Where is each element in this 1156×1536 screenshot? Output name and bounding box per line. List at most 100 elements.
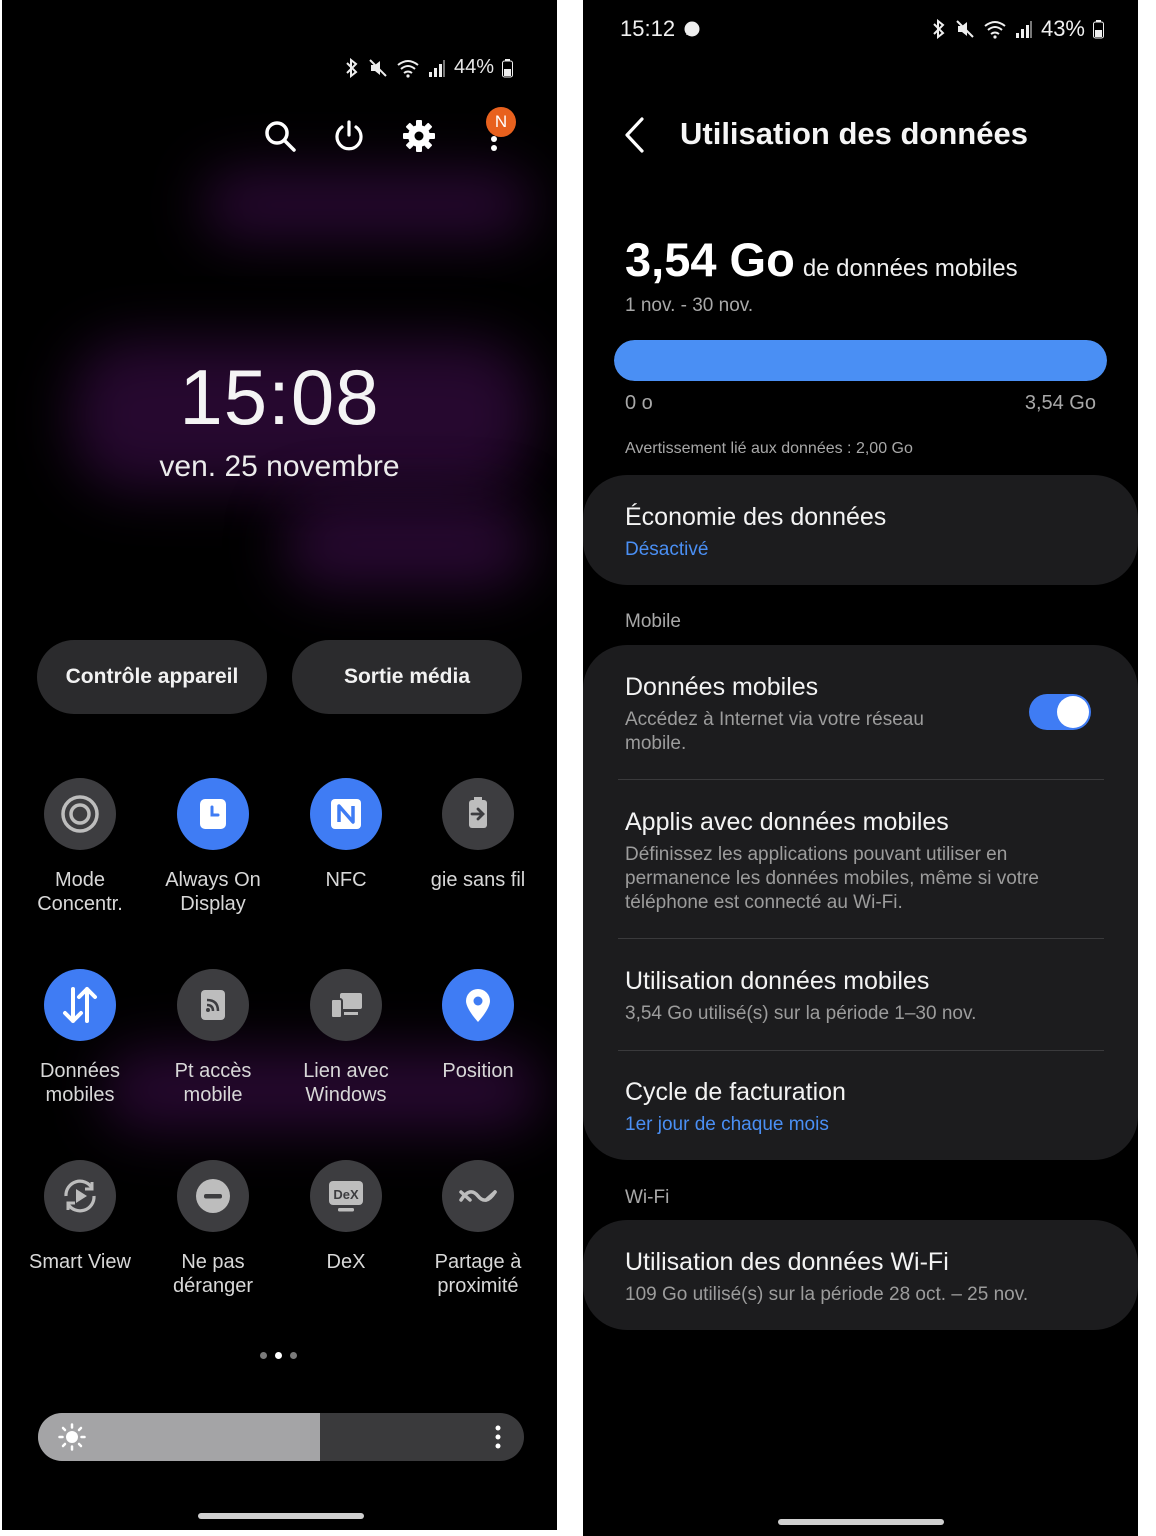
page-dot [260,1352,267,1359]
tile-mobile-data[interactable]: Données mobiles [14,969,146,1107]
tile-mobile-hotspot[interactable]: Pt accès mobile [147,969,279,1107]
status-bar: 15:12 43% [583,16,1138,46]
divider [618,938,1104,939]
hotspot-icon [201,990,225,1020]
tile-icon-bg [310,778,382,850]
tile-icon-bg [177,1160,249,1232]
smart-view-icon [64,1179,96,1213]
tile-icon-bg: DeX [310,1160,382,1232]
tile-icon-bg [442,969,514,1041]
usage-suffix: de données mobiles [802,255,1018,282]
usage-amount: 3,54 Go [625,233,795,286]
mobile-usage-subtitle: 3,54 Go utilisé(s) sur la période 1–30 n… [625,1003,977,1024]
quick-settings-panel: 44% N 15:08 ven. 25 novembre Contrôle ap… [2,0,557,1530]
mobile-data-title: Données mobiles [625,673,819,701]
tile-nfc[interactable]: NFC [280,778,412,892]
tile-dex[interactable]: DeX DeX [280,1160,412,1274]
tile-label: Données mobiles [39,1060,121,1106]
status-icons: 43% [931,16,1104,42]
section-header-wifi: Wi-Fi [625,1187,670,1208]
wifi-icon [984,21,1006,39]
battery-percent: 43% [1040,16,1085,41]
apps-mobile-data-subtitle: Définissez les applications pouvant util… [625,844,1039,913]
mobile-data-row[interactable]: Données mobiles Accédez à Internet via v… [625,673,985,756]
apps-mobile-data-title: Applis avec données mobiles [625,808,949,836]
data-saver-row[interactable]: Économie des données Désactivé [625,503,1045,562]
home-indicator[interactable] [778,1519,944,1525]
tile-label: Position [442,1060,514,1082]
brightness-more-icon[interactable] [492,1423,504,1451]
usage-min-label: 0 o [625,392,653,414]
tile-label: Pt accès mobile [174,1060,252,1106]
location-icon [466,989,490,1022]
dex-icon: DeX [329,1181,363,1212]
mobile-data-toggle[interactable] [1029,694,1091,730]
signal-icon [1015,21,1032,38]
data-saver-status: Désactivé [625,539,709,560]
clock-icon [200,799,226,829]
mute-icon [956,20,974,38]
tile-do-not-disturb[interactable]: Ne pas déranger [147,1160,279,1298]
power-icon [335,120,363,151]
mobile-data-icon [63,987,97,1023]
usage-summary: 3,54 Go de données mobiles [625,232,1018,287]
tile-icon-bg [177,969,249,1041]
section-header-mobile: Mobile [625,611,681,632]
battery-percent: 44% [453,56,494,78]
tile-location[interactable]: Position [412,969,544,1083]
brightness-slider[interactable] [38,1413,524,1461]
usage-progress-fill [614,340,1107,381]
power-button[interactable] [325,112,373,160]
data-saver-title: Économie des données [625,503,887,531]
tile-link-to-windows[interactable]: Lien avec Windows [280,969,412,1107]
focus-mode-icon [61,795,99,833]
nearby-share-icon [459,1190,497,1202]
wifi-card[interactable]: Utilisation des données Wi-Fi 109 Go uti… [583,1220,1138,1330]
page-title: Utilisation des données [680,116,1028,151]
tile-always-on-display[interactable]: Always On Display [147,778,279,916]
tile-label: NFC [325,869,367,891]
nfc-icon [331,799,361,829]
device-control-button[interactable]: Contrôle appareil [37,640,267,714]
home-indicator[interactable] [198,1513,364,1519]
do-not-disturb-icon [196,1179,230,1213]
data-saver-card[interactable]: Économie des données Désactivé [583,475,1138,585]
tile-label: Mode Concentr. [37,869,123,915]
battery-icon [1093,20,1104,39]
tile-label: Ne pas déranger [172,1251,254,1297]
bluetooth-icon [933,19,945,39]
settings-button[interactable] [395,112,443,160]
sun-icon [58,1423,86,1451]
mobile-usage-row[interactable]: Utilisation données mobiles 3,54 Go util… [625,967,1095,1026]
wifi-usage-title: Utilisation des données Wi-Fi [625,1248,949,1276]
billing-cycle-title: Cycle de facturation [625,1078,846,1106]
tile-icon-bg [44,778,116,850]
back-arrow-icon[interactable] [623,116,647,154]
bluetooth-icon [346,57,358,78]
wifi-usage-row[interactable]: Utilisation des données Wi-Fi 109 Go uti… [625,1248,1105,1307]
tile-wireless-powershare[interactable]: gie sans fil [412,778,544,892]
media-output-button[interactable]: Sortie média [292,640,522,714]
tile-icon-bg [177,778,249,850]
tile-icon-bg [442,778,514,850]
mobile-data-subtitle: Accédez à Internet via votre réseau mobi… [625,709,924,754]
divider [618,779,1104,780]
page-dot-active [275,1352,282,1359]
tile-smart-view[interactable]: Smart View [14,1160,146,1274]
search-button[interactable] [256,112,304,160]
tile-icon-bg [44,1160,116,1232]
mute-icon [369,58,387,77]
link-to-windows-icon [330,993,362,1019]
tile-label: Partage à proximité [434,1251,522,1297]
tile-focus-mode[interactable]: Mode Concentr. [14,778,146,916]
battery-icon [502,58,513,77]
divider [618,1050,1104,1051]
status-time: 15:12 [620,16,676,41]
clock: 15:08 [179,353,380,441]
search-icon [265,121,296,152]
tile-nearby-share[interactable]: Partage à proximité [412,1160,544,1298]
wifi-usage-subtitle: 109 Go utilisé(s) sur la période 28 oct.… [625,1284,1029,1305]
apps-mobile-data-row[interactable]: Applis avec données mobiles Définissez l… [625,808,1085,915]
billing-cycle-row[interactable]: Cycle de facturation 1er jour de chaque … [625,1078,1045,1137]
signal-icon [428,59,445,77]
